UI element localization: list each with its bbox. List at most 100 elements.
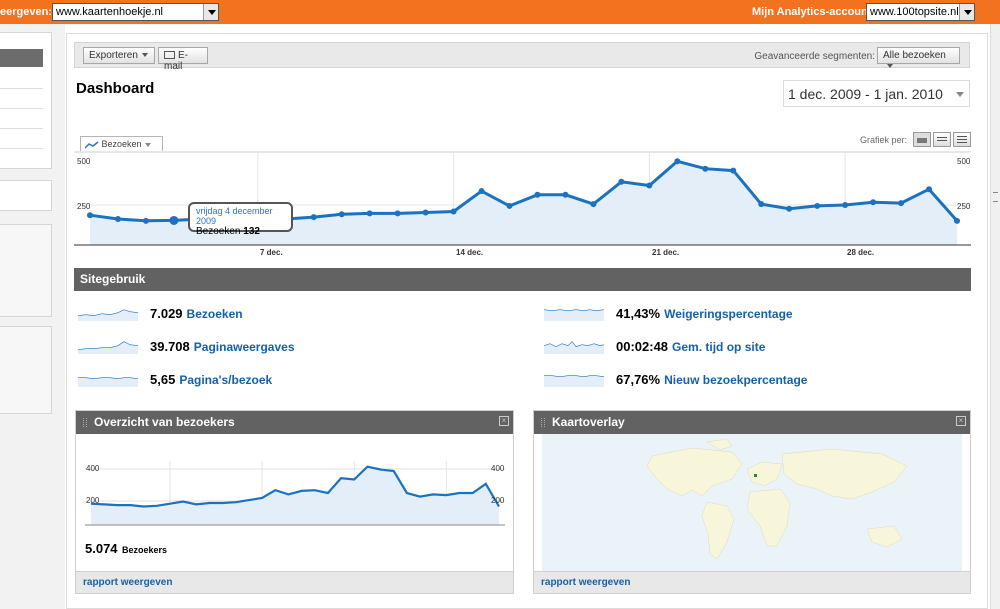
sparkline — [78, 309, 138, 321]
metric-name[interactable]: Pagina's/bezoek — [179, 373, 272, 387]
data-point[interactable] — [926, 186, 933, 193]
visitors-overview-panel: Overzicht van bezoekers × 400 200 400 20… — [75, 410, 514, 594]
data-point[interactable] — [842, 202, 849, 209]
line-chart-icon — [84, 141, 99, 149]
metric-pageviews[interactable]: 39.708 Paginaweergaves — [78, 338, 498, 358]
divider — [0, 88, 43, 89]
graph-week-button[interactable] — [933, 132, 951, 147]
data-point[interactable] — [394, 210, 401, 217]
data-point[interactable] — [786, 205, 793, 212]
metric-name[interactable]: Gem. tijd op site — [672, 340, 765, 354]
site-select-value: www.kaartenhoekje.nl — [56, 6, 164, 18]
metric-bounce-rate[interactable]: 41,43% Weigeringspercentage — [544, 305, 964, 325]
y-tick-top-right: 500 — [957, 157, 971, 166]
segment-value: Alle bezoeken — [883, 50, 946, 61]
data-point[interactable] — [730, 167, 737, 174]
visitors-total: 5.074 Bezoekers — [85, 540, 167, 558]
metric-value: 00:02:48 — [616, 339, 669, 354]
data-point[interactable] — [506, 202, 513, 209]
chevron-down-icon — [141, 53, 148, 58]
data-point[interactable] — [450, 208, 457, 215]
sidebar-item-active[interactable] — [0, 49, 43, 67]
data-point[interactable] — [338, 211, 345, 218]
metric-avg-time[interactable]: 00:02:48 Gem. tijd op site — [544, 338, 964, 358]
map-overlay-panel: Kaartoverlay × rapport weergeven — [533, 410, 971, 594]
sidebar-card — [0, 326, 52, 414]
view-report-link[interactable]: rapport weergeven — [76, 571, 513, 593]
scroll-grip-icon[interactable] — [993, 192, 998, 202]
metric-pages-per-visit[interactable]: 5,65 Pagina's/bezoek — [78, 371, 498, 391]
sidebar-card — [0, 224, 52, 317]
site-select[interactable]: www.kaartenhoekje.nl — [52, 3, 219, 21]
data-point[interactable] — [169, 215, 179, 225]
data-point[interactable] — [366, 210, 373, 217]
data-point[interactable] — [478, 188, 485, 195]
metric-select-tab[interactable]: Bezoeken — [80, 136, 163, 152]
scrollbar[interactable] — [990, 24, 1000, 609]
metric-new-visits[interactable]: 67,76% Nieuw bezoekpercentage — [544, 371, 964, 391]
sparkline — [78, 341, 138, 354]
top-bar: eergeven: www.kaartenhoekje.nl Mijn Anal… — [0, 0, 1000, 24]
y-tick-mid: 200 — [86, 496, 100, 505]
envelope-icon — [164, 51, 175, 60]
page-title: Dashboard — [76, 80, 155, 97]
tooltip-metric: Bezoeken — [196, 226, 241, 237]
visitors-total-label: Bezoekers — [122, 545, 168, 555]
sparkline — [544, 341, 604, 354]
close-icon[interactable]: × — [956, 416, 966, 426]
data-point[interactable] — [674, 158, 681, 165]
data-point[interactable] — [534, 191, 541, 198]
divider — [0, 108, 43, 109]
drag-handle-icon[interactable] — [83, 418, 87, 427]
data-point[interactable] — [898, 200, 905, 207]
left-sidebar — [0, 24, 65, 609]
data-point[interactable] — [114, 215, 121, 222]
metric-name[interactable]: Weigeringspercentage — [664, 307, 792, 321]
data-point[interactable] — [646, 182, 653, 189]
account-select[interactable]: www.100topsite.nl — [866, 3, 975, 21]
panel-header[interactable]: Kaartoverlay × — [534, 411, 970, 434]
data-point[interactable] — [758, 201, 765, 208]
account-select-value: www.100topsite.nl — [870, 6, 959, 18]
map-marker[interactable] — [754, 474, 757, 477]
panel-title: Overzicht van bezoekers — [94, 415, 235, 429]
data-point[interactable] — [870, 199, 877, 206]
segments-label: Geavanceerde segmenten: — [754, 51, 875, 62]
metric-tab-label: Bezoeken — [101, 139, 142, 149]
visitors-total-value: 5.074 — [85, 541, 118, 556]
data-point[interactable] — [618, 178, 625, 185]
metric-name[interactable]: Bezoeken — [187, 307, 243, 321]
x-tick-label: 14 dec. — [456, 248, 483, 257]
data-point[interactable] — [422, 209, 429, 216]
visitors-chart[interactable]: 400 200 400 200 — [85, 461, 505, 541]
data-point[interactable] — [562, 191, 569, 198]
export-button[interactable]: Exporteren — [83, 47, 155, 64]
accounts-label: Mijn Analytics-accounts: — [752, 6, 882, 18]
metric-name[interactable]: Nieuw bezoekpercentage — [664, 373, 807, 387]
chevron-down-icon[interactable] — [956, 92, 964, 97]
chevron-down-icon[interactable] — [959, 4, 974, 20]
panel-header[interactable]: Overzicht van bezoekers × — [76, 411, 513, 434]
data-point[interactable] — [310, 214, 317, 221]
graph-by-label: Grafiek per: — [860, 135, 908, 145]
close-icon[interactable]: × — [499, 416, 509, 426]
chevron-down-icon[interactable] — [203, 4, 218, 20]
data-point[interactable] — [87, 212, 93, 219]
data-point[interactable] — [814, 202, 821, 209]
email-button[interactable]: E-mail — [158, 47, 208, 72]
date-range-picker[interactable]: 1 dec. 2009 - 1 jan. 2010 — [783, 80, 970, 107]
graph-day-button[interactable] — [913, 132, 931, 147]
view-report-link[interactable]: rapport weergeven — [534, 571, 970, 593]
metric-name[interactable]: Paginaweergaves — [194, 340, 295, 354]
data-point[interactable] — [142, 217, 149, 224]
segment-select[interactable]: Alle bezoeken — [877, 47, 960, 69]
drag-handle-icon[interactable] — [541, 418, 545, 427]
tooltip-value: 132 — [243, 226, 260, 237]
metric-visits[interactable]: 7.029 Bezoeken — [78, 305, 498, 325]
data-point[interactable] — [590, 201, 597, 208]
view-label: eergeven: — [0, 6, 52, 18]
world-map[interactable] — [542, 434, 962, 571]
data-point[interactable] — [702, 165, 709, 172]
graph-month-button[interactable] — [953, 132, 971, 147]
data-point[interactable] — [954, 217, 960, 224]
